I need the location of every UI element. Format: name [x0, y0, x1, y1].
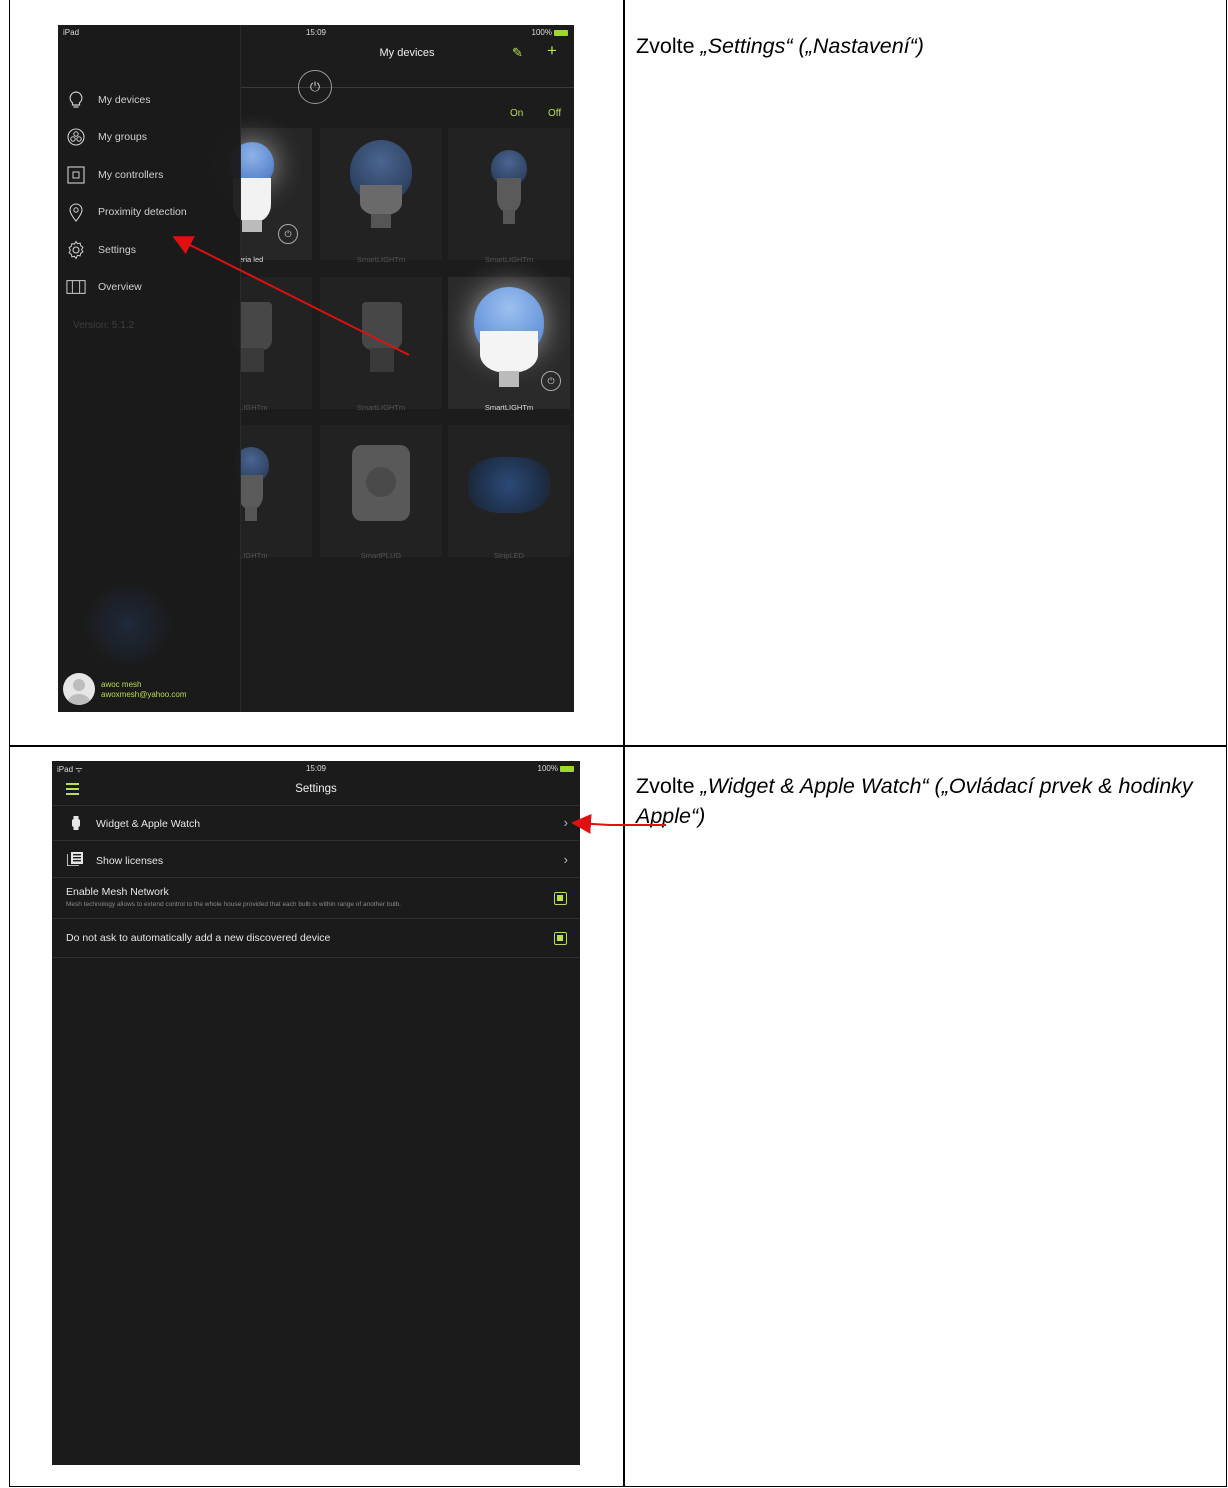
drawer-item-overview[interactable]: Overview — [66, 275, 236, 299]
app-version: Version: 5.1.2 — [73, 320, 135, 331]
device-tile[interactable] — [448, 425, 570, 557]
add-icon[interactable]: + — [547, 41, 557, 61]
row-divider — [9, 745, 1227, 747]
mesh-network-checkbox[interactable] — [554, 892, 567, 905]
location-pin-icon — [66, 202, 86, 222]
gear-icon — [66, 240, 86, 260]
device-name: SmartLIGHTm — [484, 255, 534, 264]
battery-icon — [560, 765, 574, 772]
side-drawer: My devices My groups My controllers Prox… — [58, 25, 241, 712]
chevron-right-icon: › — [563, 815, 568, 830]
device-name: SmartLIGHTm — [484, 403, 534, 412]
user-name: awoc mesh — [101, 680, 142, 689]
settings-row-show-licenses[interactable]: Show licenses › — [52, 841, 580, 878]
all-off-button[interactable]: Off — [548, 108, 561, 119]
device-tile[interactable] — [448, 128, 570, 260]
user-email: awoxmesh@yahoo.com — [101, 690, 187, 699]
settings-row-auto-add-device[interactable]: Do not ask to automatically add a new di… — [52, 919, 580, 958]
device-power-icon[interactable]: ⏻ — [278, 224, 298, 244]
status-bar: iPad 15:09 100% — [58, 25, 574, 41]
lightbulb-icon — [66, 90, 86, 110]
status-bar: iPad ᯤ 15:09 100% — [52, 761, 580, 777]
map-icon — [66, 277, 86, 297]
my-devices-screenshot: My devices ✎ + ⏻ On Off ⏻ eria led Smart… — [58, 25, 574, 712]
licenses-icon — [66, 852, 83, 867]
annotation-arrow — [571, 813, 666, 834]
master-power-icon[interactable]: ⏻ — [298, 70, 332, 104]
device-name: SmartLIGHTm — [356, 403, 406, 412]
drawer-item-my-controllers[interactable]: My controllers — [66, 163, 236, 187]
device-power-icon[interactable]: ⏻ — [541, 371, 561, 391]
drawer-item-my-groups[interactable]: My groups — [66, 125, 236, 149]
settings-row-widget-apple-watch[interactable]: Widget & Apple Watch › — [52, 805, 580, 841]
bulb-icon — [474, 287, 544, 399]
battery-status: 100% — [538, 764, 574, 773]
device-name: SmartLIGHTm — [356, 255, 406, 264]
device-name: SmartPLUG — [360, 551, 402, 560]
device-tile[interactable] — [320, 128, 442, 260]
battery-status: 100% — [532, 28, 568, 37]
controller-icon — [66, 165, 86, 185]
settings-screenshot: iPad ᯤ 15:09 100% Settings Widget & Appl… — [52, 761, 580, 1465]
column-divider — [623, 0, 625, 1487]
battery-icon — [554, 29, 568, 36]
settings-row-enable-mesh-network[interactable]: Enable Mesh Network Mesh technology allo… — [52, 878, 580, 919]
auto-add-checkbox[interactable] — [554, 932, 567, 945]
device-tile[interactable] — [320, 425, 442, 557]
drawer-item-my-devices[interactable]: My devices — [66, 88, 236, 112]
bulb-icon — [362, 302, 402, 392]
plug-icon — [352, 445, 410, 521]
device-tile[interactable]: ⏻ — [448, 277, 570, 409]
drawer-item-proximity-detection[interactable]: Proximity detection — [66, 200, 236, 224]
page-title: Settings — [295, 783, 337, 795]
chevron-right-icon: › — [563, 852, 568, 867]
bulb-icon — [491, 150, 527, 250]
status-time: 15:09 — [305, 764, 327, 773]
avatar[interactable] — [63, 673, 95, 705]
device-tile[interactable] — [320, 277, 442, 409]
groups-icon — [66, 127, 86, 147]
drawer-item-settings[interactable]: Settings — [66, 238, 236, 262]
device-name: StripLED — [493, 551, 524, 560]
divider — [240, 87, 574, 88]
all-on-button[interactable]: On — [510, 108, 523, 119]
page-title: My devices — [379, 47, 435, 59]
decorative-glow — [78, 585, 178, 665]
pencil-icon[interactable]: ✎ — [512, 45, 523, 61]
watch-icon — [72, 816, 80, 830]
strip-led-icon — [468, 457, 550, 513]
bulb-icon — [350, 140, 412, 250]
row2-caption: Zvolte „Widget & Apple Watch“ („Ovládací… — [636, 774, 1193, 828]
status-time: 15:09 — [305, 28, 327, 37]
row1-caption: Zvolte „Settings“ („Nastavení“) — [636, 34, 924, 58]
